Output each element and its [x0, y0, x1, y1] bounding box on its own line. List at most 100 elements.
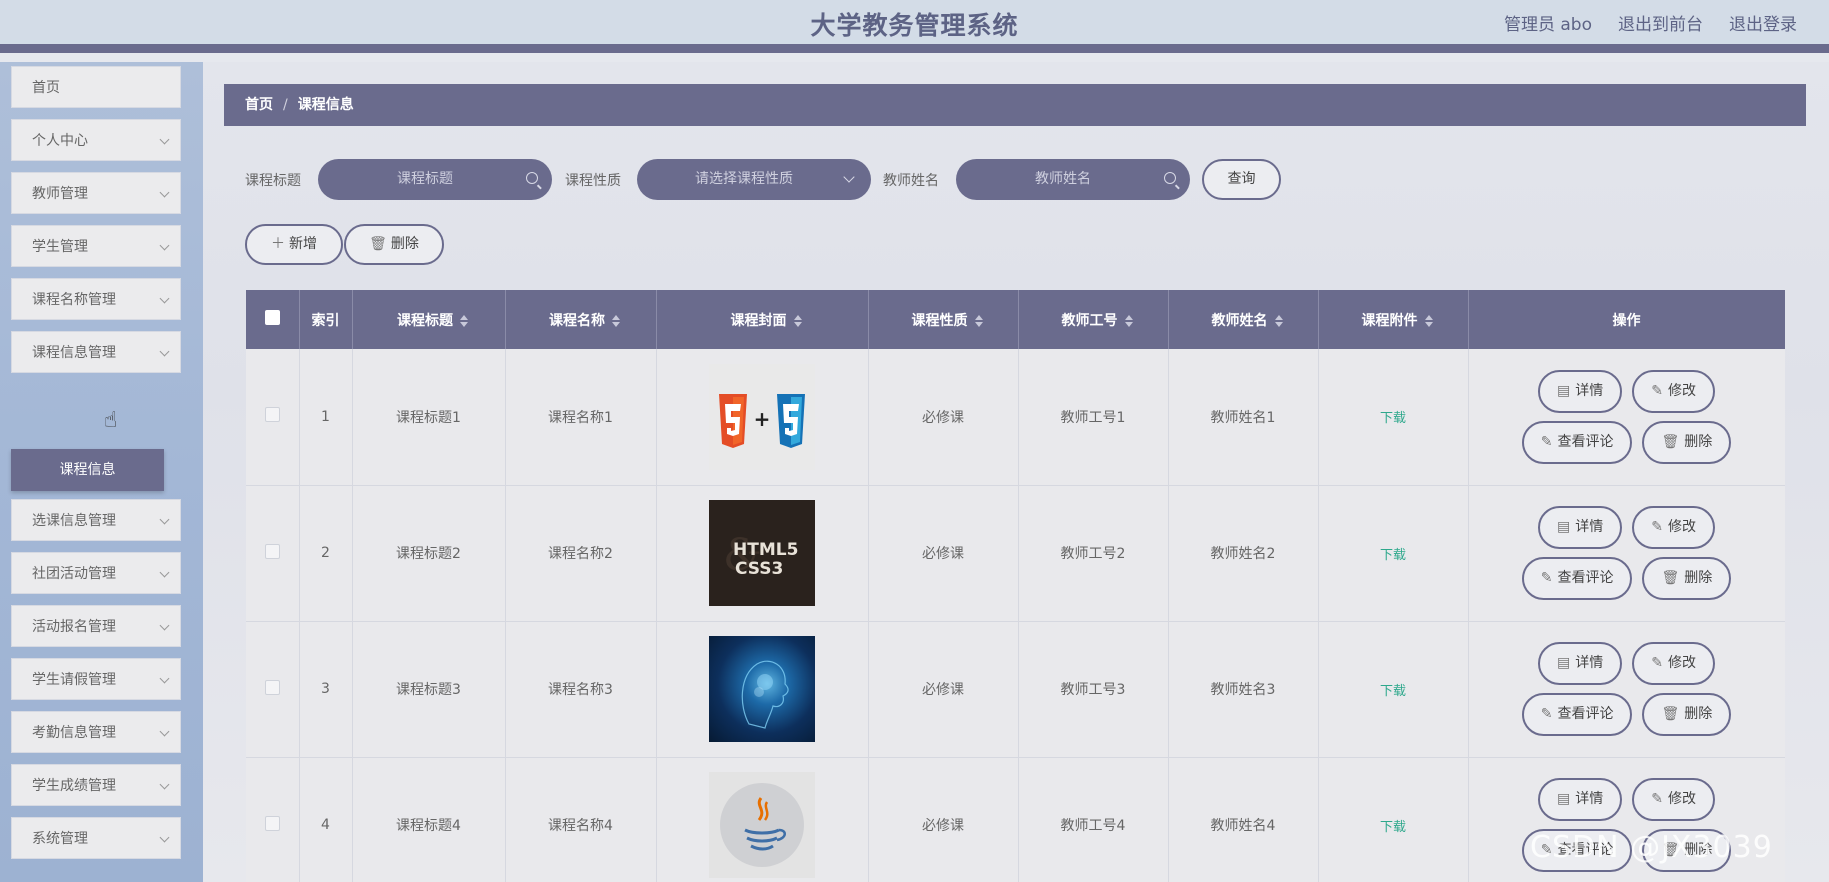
sidebar-item-personal-center[interactable]: 个人中心	[11, 119, 181, 161]
view-comments-button[interactable]: ✎ 查看评论	[1521, 420, 1633, 464]
edit-button[interactable]: ✎ 修改	[1632, 369, 1715, 413]
trash-icon: 🗑	[1661, 706, 1680, 722]
detail-button[interactable]: ▤ 详情	[1538, 778, 1623, 821]
cell-course-name: 课程名称1	[505, 349, 657, 486]
cell-attachment: 下载	[1318, 757, 1469, 882]
breadcrumb-home[interactable]: 首页	[245, 97, 273, 113]
download-link[interactable]: 下载	[1380, 548, 1406, 563]
table-header: 索引 课程标题 课程名称 课程封面 课程性质 教师工号 教师姓名 课程附件 操作	[246, 290, 1785, 349]
row-checkbox[interactable]	[264, 543, 280, 559]
cell-attachment: 下载	[1318, 621, 1469, 758]
sidebar-item-student-management[interactable]: 学生管理	[11, 225, 181, 267]
sidebar-item-course-name-management[interactable]: 课程名称管理	[11, 278, 181, 320]
cell-course-cover: & HTML5 CSS3	[656, 485, 869, 622]
add-button[interactable]: ＋新增	[245, 224, 343, 265]
cell-teacher-no: 教师工号3	[1018, 621, 1169, 758]
delete-button[interactable]: 🗑 删除	[344, 224, 444, 265]
header-links: 管理员 abo 退出到前台 退出登录	[1504, 10, 1797, 35]
query-button[interactable]: 查询	[1202, 159, 1281, 200]
column-header-index: 索引	[299, 290, 353, 349]
edit-button[interactable]: ✎ 修改	[1632, 506, 1715, 549]
pencil-icon: ✎	[1540, 706, 1553, 722]
row-delete-button[interactable]: 🗑 删除	[1642, 557, 1732, 600]
column-header-teacher-name[interactable]: 教师姓名	[1168, 290, 1319, 349]
view-comments-button[interactable]: ✎ 查看评论	[1521, 693, 1633, 736]
document-icon: ▤	[1557, 655, 1571, 671]
html5-css3-dark-cover-icon: & HTML5 CSS3	[709, 500, 815, 606]
admin-user-link[interactable]: 管理员 abo	[1504, 10, 1592, 35]
chevron-down-icon	[159, 779, 170, 790]
sidebar-item-home[interactable]: 首页	[11, 66, 181, 108]
edit-button[interactable]: ✎ 修改	[1632, 642, 1715, 685]
column-header-course-name[interactable]: 课程名称	[505, 290, 657, 349]
row-checkbox[interactable]	[264, 815, 280, 831]
trash-icon: 🗑	[369, 236, 387, 252]
download-link[interactable]: 下载	[1380, 411, 1406, 426]
watermark-text: CSDN @JX3039	[1530, 830, 1773, 865]
course-cover-image[interactable]	[709, 772, 815, 878]
sidebar-item-label: 课程名称管理	[32, 292, 116, 308]
select-all-checkbox[interactable]	[264, 310, 280, 325]
column-header-course-type[interactable]: 课程性质	[868, 290, 1019, 349]
detail-button[interactable]: ▤ 详情	[1538, 642, 1623, 685]
course-type-select[interactable]: 请选择课程性质	[637, 159, 871, 200]
column-header-attachment[interactable]: 课程附件	[1318, 290, 1469, 349]
row-delete-button[interactable]: 🗑 删除	[1642, 693, 1732, 736]
cell-teacher-no: 教师工号1	[1018, 349, 1169, 486]
cell-course-type: 必修课	[868, 485, 1019, 622]
top-header: 大学教务管理系统 管理员 abo 退出到前台 退出登录	[0, 0, 1829, 53]
html5-css3-logo-icon: +	[719, 393, 805, 448]
view-comments-button[interactable]: ✎ 查看评论	[1521, 557, 1633, 600]
sidebar-item-label: 活动报名管理	[32, 619, 116, 635]
sidebar-item-label: 学生成绩管理	[32, 778, 116, 794]
detail-button[interactable]: ▤ 详情	[1538, 506, 1623, 549]
download-link[interactable]: 下载	[1380, 820, 1406, 835]
cell-attachment: 下载	[1318, 485, 1469, 622]
cell-teacher-no: 教师工号2	[1018, 485, 1169, 622]
column-header-course-title[interactable]: 课程标题	[352, 290, 506, 349]
sidebar-item-label: 首页	[32, 80, 60, 96]
breadcrumb-current: 课程信息	[297, 97, 354, 113]
teacher-name-input[interactable]: 教师姓名	[956, 159, 1190, 200]
sidebar-item-system-management[interactable]: 系统管理	[11, 817, 181, 859]
sidebar-item-attendance-management[interactable]: 考勤信息管理	[11, 711, 181, 753]
row-checkbox[interactable]	[264, 407, 280, 423]
sidebar-item-label: 个人中心	[32, 133, 88, 149]
column-header-actions: 操作	[1468, 290, 1785, 349]
sidebar-item-activity-signup-management[interactable]: 活动报名管理	[11, 605, 181, 647]
detail-button[interactable]: ▤ 详情	[1538, 369, 1623, 413]
cover-text-html5: HTML5	[733, 540, 798, 560]
sidebar-item-course-info-management[interactable]: 课程信息管理	[11, 331, 181, 373]
row-checkbox[interactable]	[264, 679, 280, 695]
cell-course-name: 课程名称4	[505, 757, 657, 882]
cell-course-type: 必修课	[868, 349, 1019, 486]
download-link[interactable]: 下载	[1380, 684, 1406, 699]
table-body: 1 课程标题1 课程名称1 + 必修课 教师工号1 教师姓名1 下载 ▤ 详情 …	[246, 349, 1785, 882]
column-header-course-cover[interactable]: 课程封面	[656, 290, 869, 349]
breadcrumb: 首页 / 课程信息	[224, 84, 1806, 126]
row-delete-button[interactable]: 🗑 删除	[1642, 420, 1732, 464]
back-to-front-link[interactable]: 退出到前台	[1618, 10, 1703, 35]
sidebar-item-club-activity-management[interactable]: 社团活动管理	[11, 552, 181, 594]
cell-teacher-name: 教师姓名3	[1168, 621, 1319, 758]
search-icon	[526, 172, 538, 184]
course-title-input[interactable]: 课程标题	[318, 159, 552, 200]
logout-link[interactable]: 退出登录	[1729, 10, 1797, 35]
pencil-icon: ✎	[1540, 433, 1553, 450]
sidebar-item-enrollment-management[interactable]: 选课信息管理	[11, 499, 181, 541]
select-all-checkbox-cell[interactable]	[246, 290, 300, 349]
java-logo-icon	[720, 783, 804, 867]
course-title-placeholder: 课程标题	[397, 171, 453, 187]
course-cover-image[interactable]: & HTML5 CSS3	[709, 500, 815, 606]
edit-button[interactable]: ✎ 修改	[1632, 778, 1715, 821]
sidebar-item-grade-management[interactable]: 学生成绩管理	[11, 764, 181, 806]
sidebar-item-leave-management[interactable]: 学生请假管理	[11, 658, 181, 700]
sidebar-subitem-course-info[interactable]: 课程信息	[11, 449, 164, 491]
column-header-teacher-no[interactable]: 教师工号	[1018, 290, 1169, 349]
course-cover-image[interactable]	[709, 636, 815, 742]
cell-course-type: 必修课	[868, 757, 1019, 882]
sidebar-item-label: 系统管理	[32, 831, 88, 847]
course-cover-image[interactable]: +	[709, 363, 815, 470]
pencil-icon: ✎	[1651, 791, 1663, 807]
sidebar-item-teacher-management[interactable]: 教师管理	[11, 172, 181, 214]
